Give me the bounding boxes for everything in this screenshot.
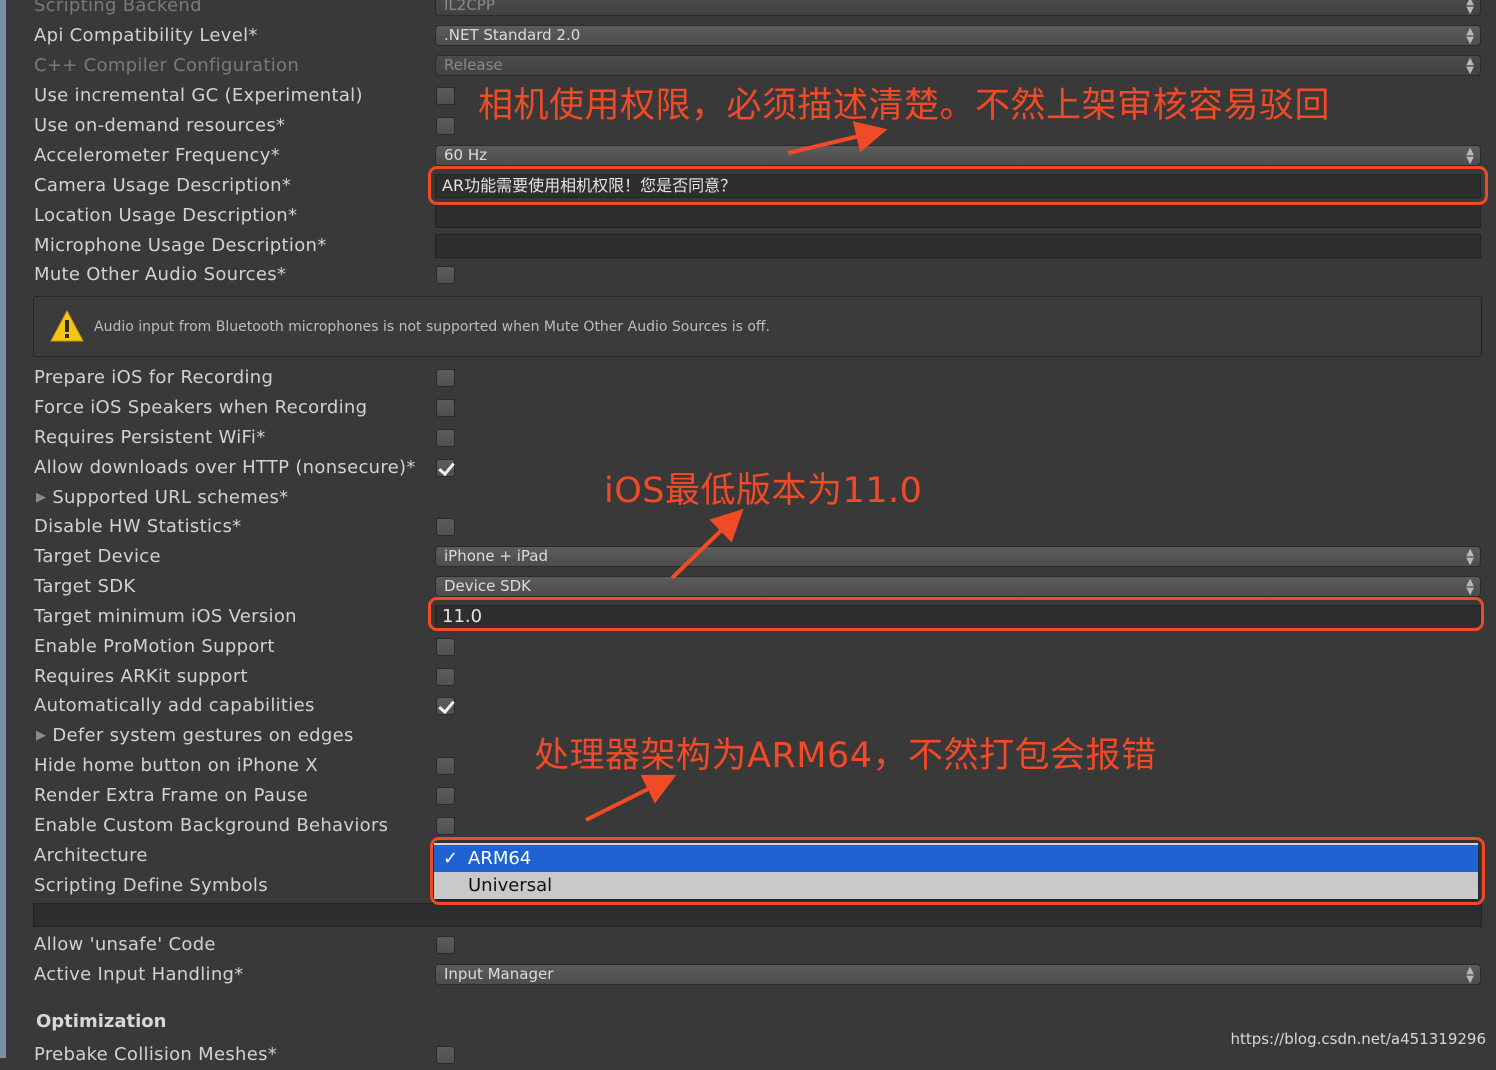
arrow-icon bbox=[585, 774, 677, 822]
annotation-arrows bbox=[585, 121, 888, 822]
arrow-icon bbox=[787, 121, 888, 155]
watermark: https://blog.csdn.net/a451319296 bbox=[1230, 1030, 1486, 1048]
arrow-icon bbox=[670, 508, 744, 580]
